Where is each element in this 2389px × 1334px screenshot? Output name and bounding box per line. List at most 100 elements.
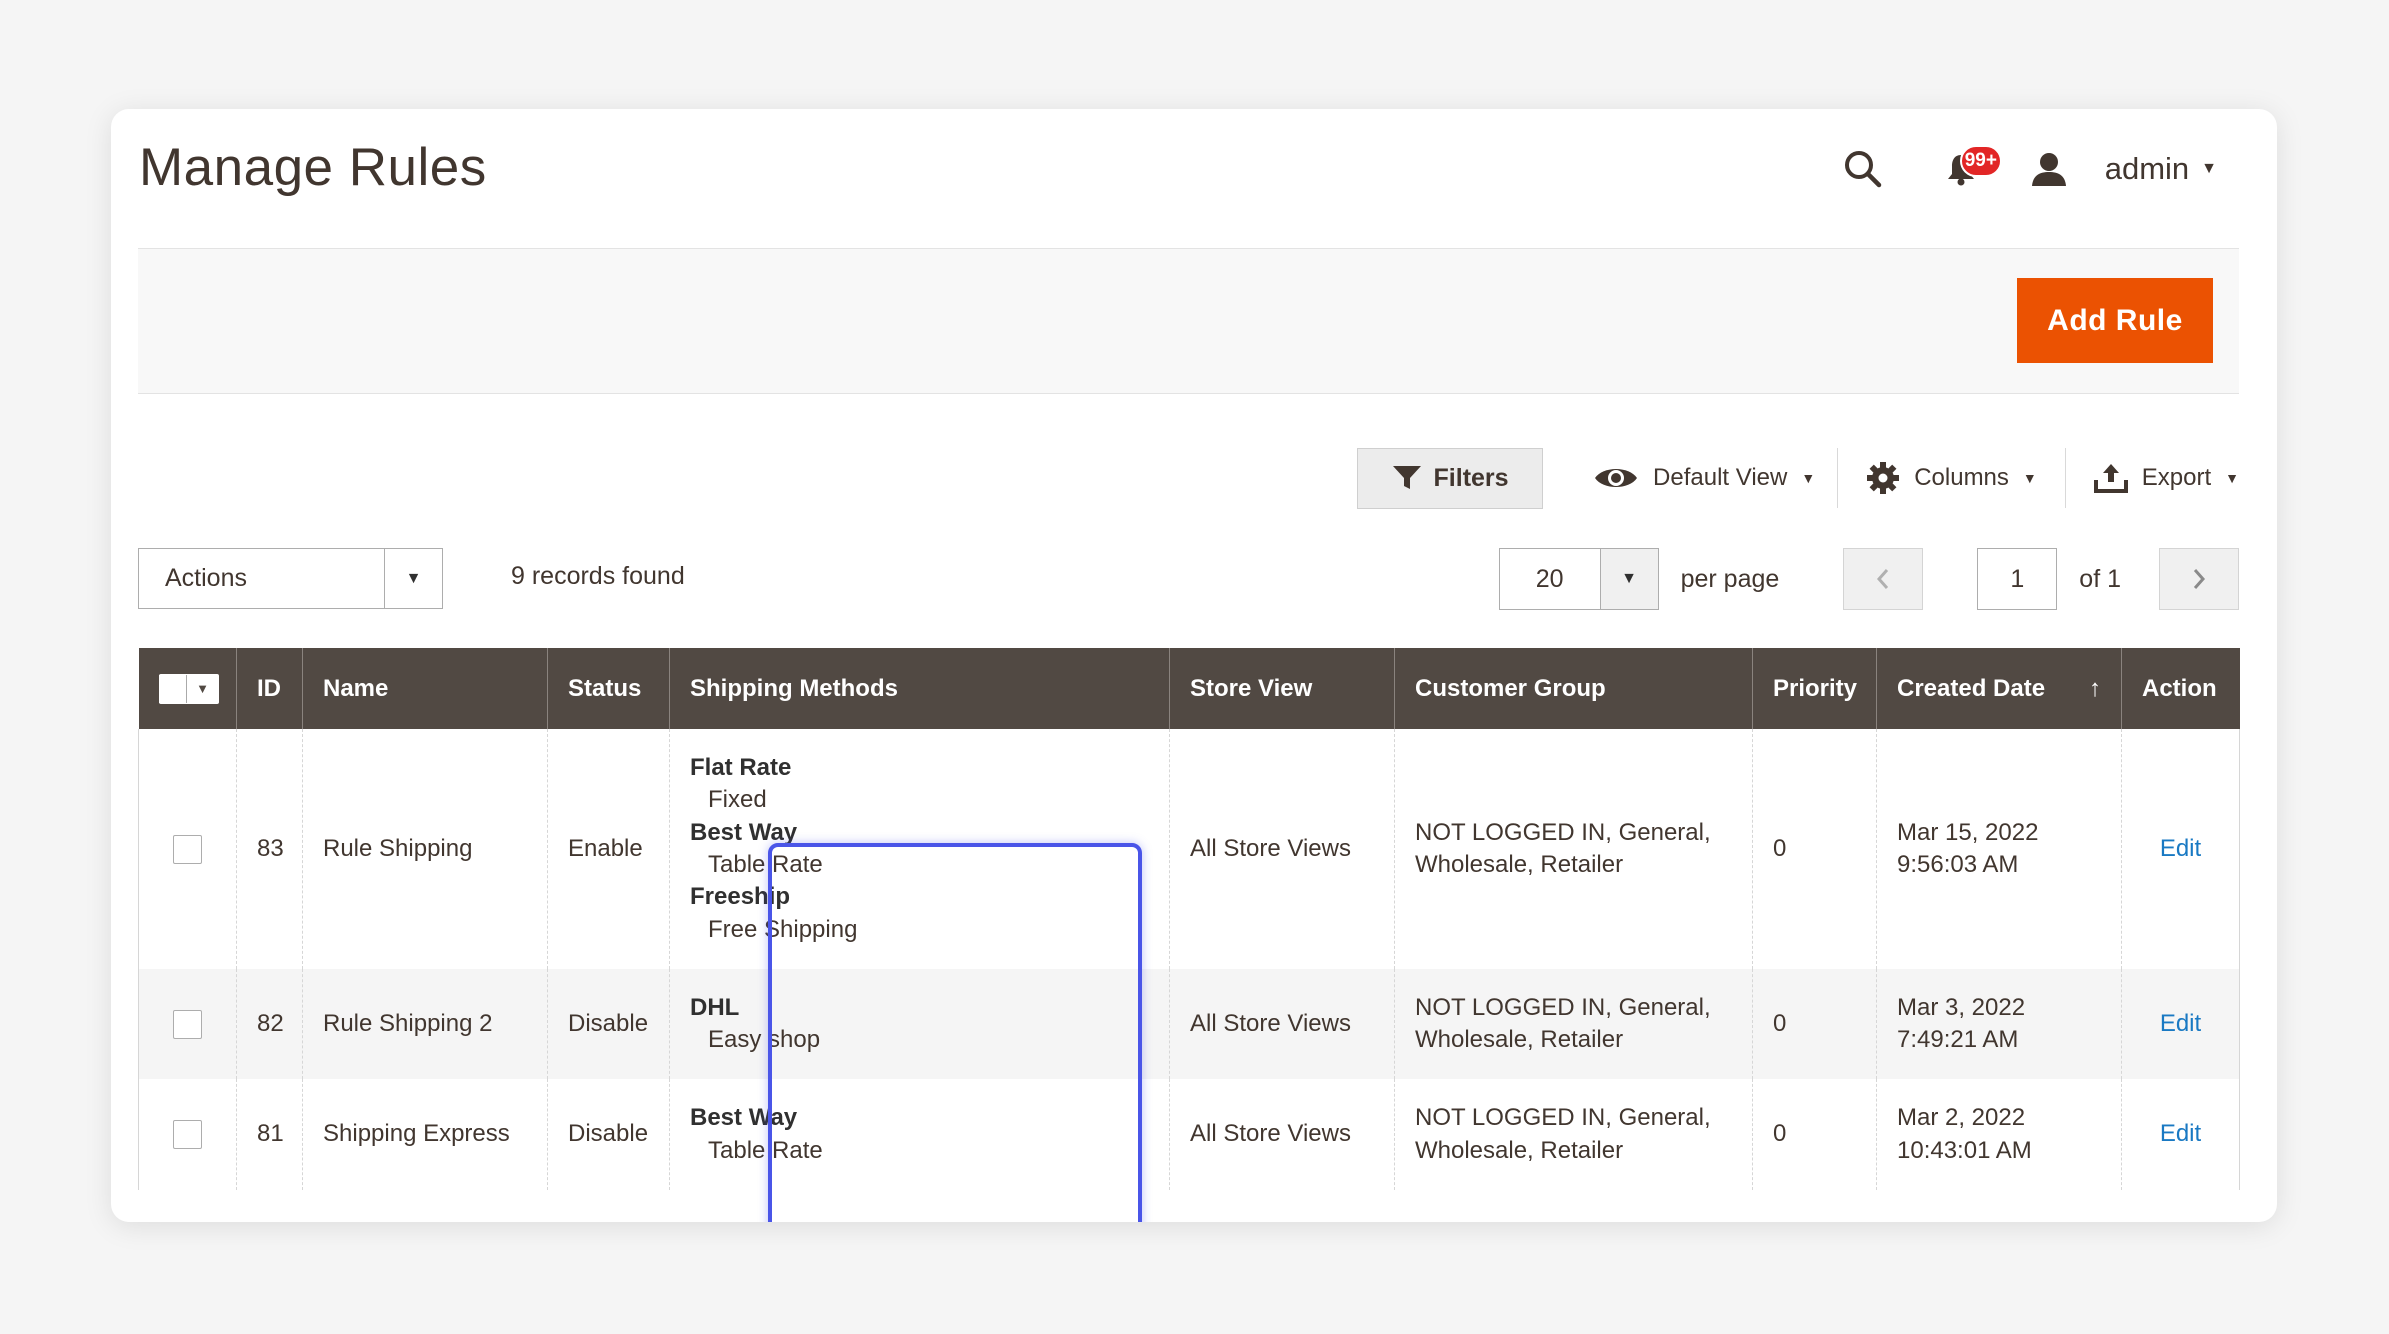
customer-group-line: NOT LOGGED IN, General, [1415, 1104, 1711, 1132]
chevron-down-icon[interactable]: ▼ [1599, 549, 1658, 609]
total-pages: of 1 [2079, 564, 2121, 593]
per-page-value: 20 [1535, 564, 1564, 593]
export-label: Export [2141, 464, 2212, 491]
store-view-cell: All Store Views [1169, 729, 1395, 969]
id-cell: 82 [236, 969, 303, 1079]
edit-link[interactable]: Edit [2142, 1008, 2219, 1040]
row-checkbox[interactable] [173, 834, 202, 864]
shipping-methods-cell: Best Way Table Rate [669, 1079, 1170, 1190]
method-subtitle: Table Rate [708, 1136, 823, 1164]
add-rule-button[interactable]: Add Rule [2017, 278, 2213, 363]
customer-group-line: Wholesale, Retailer [1415, 1026, 1624, 1053]
name-cell: Rule Shipping 2 [302, 969, 548, 1079]
columns-dropdown[interactable]: Columns ▼ [1866, 448, 2037, 509]
row-checkbox[interactable] [173, 1120, 202, 1149]
store-view-cell: All Store Views [1169, 969, 1395, 1079]
id-cell: 81 [236, 1079, 303, 1190]
page-actions-bar: Add Rule [138, 248, 2239, 394]
eye-icon [1595, 469, 1638, 487]
created-date-cell: Mar 2, 2022 10:43:01 AM [1876, 1079, 2122, 1190]
export-icon [2093, 464, 2128, 493]
shipping-methods-cell: Flat Rate Fixed Best Way Table Rate Free… [669, 729, 1170, 969]
current-page-input[interactable] [1977, 548, 2058, 610]
action-cell: Edit [2121, 729, 2240, 969]
mass-select-checkbox[interactable]: ▼ [158, 673, 219, 704]
row-checkbox[interactable] [173, 1009, 202, 1039]
created-date: Mar 15, 2022 [1897, 818, 2039, 846]
column-header-customer-group[interactable]: Customer Group [1394, 648, 1753, 729]
method-title: Freeship [690, 883, 791, 911]
row-select-cell [138, 729, 237, 969]
toolbar-divider [2064, 448, 2066, 508]
user-icon[interactable] [2021, 141, 2077, 197]
name-cell: Rule Shipping [302, 729, 548, 969]
export-dropdown[interactable]: Export ▼ [2093, 448, 2239, 509]
column-header-action: Action [2121, 648, 2240, 729]
customer-group-line: NOT LOGGED IN, General, [1415, 993, 1711, 1021]
edit-link[interactable]: Edit [2142, 1118, 2219, 1150]
admin-label: admin [2104, 151, 2190, 186]
per-page-select[interactable]: 20 ▼ [1498, 548, 1659, 610]
status-cell: Disable [547, 1079, 670, 1190]
notifications-button[interactable]: 99+ [1933, 141, 2002, 197]
created-date-label: Created Date [1897, 674, 2046, 702]
customer-group-line: Wholesale, Retailer [1415, 1136, 1624, 1164]
column-header-store-view[interactable]: Store View [1169, 648, 1395, 729]
shipping-methods-cell: DHL Easy shop [669, 969, 1170, 1079]
chevron-down-icon: ▼ [196, 681, 209, 696]
column-header-created-date[interactable]: Created Date ↑ [1876, 648, 2122, 729]
sort-arrow-icon: ↑ [2089, 674, 2101, 702]
admin-panel: Manage Rules 99+ admin ▼ Add Rule Filter… [111, 109, 2277, 1222]
method-title: DHL [690, 993, 740, 1021]
customer-group-cell: NOT LOGGED IN, General, Wholesale, Retai… [1394, 969, 1753, 1079]
grid-toolbar: Filters Default View ▼ Columns ▼ Export … [1357, 447, 2239, 509]
name-cell: Shipping Express [302, 1079, 548, 1190]
previous-page-button[interactable] [1843, 548, 1924, 610]
column-header-shipping-methods[interactable]: Shipping Methods [669, 648, 1170, 729]
records-found: 9 records found [511, 562, 685, 590]
created-date: Mar 2, 2022 [1897, 1104, 2026, 1132]
column-header-id[interactable]: ID [236, 648, 303, 729]
action-cell: Edit [2121, 969, 2240, 1079]
priority-cell: 0 [1752, 729, 1877, 969]
chevron-left-icon [1877, 569, 1889, 589]
search-icon[interactable] [1835, 141, 1891, 197]
column-header-priority[interactable]: Priority [1752, 648, 1877, 729]
method-subtitle: Free Shipping [708, 915, 858, 943]
method-title: Best Way [690, 1104, 798, 1132]
chevron-down-icon: ▼ [2022, 470, 2037, 486]
mass-actions-select[interactable]: Actions ▼ [138, 548, 443, 609]
row-select-cell [138, 969, 237, 1079]
customer-group-cell: NOT LOGGED IN, General, Wholesale, Retai… [1394, 1079, 1753, 1190]
customer-group-line: NOT LOGGED IN, General, [1415, 818, 1711, 846]
method-subtitle: Table Rate [708, 851, 823, 878]
actions-label: Actions [165, 564, 247, 592]
table-row: 83 Rule Shipping Enable Flat Rate Fixed … [138, 729, 2240, 969]
created-date-cell: Mar 15, 2022 9:56:03 AM [1876, 729, 2122, 969]
columns-label: Columns [1914, 464, 2009, 491]
method-subtitle: Fixed [708, 786, 767, 814]
method-subtitle: Easy shop [708, 1026, 821, 1053]
column-header-name[interactable]: Name [302, 648, 548, 729]
admin-user-menu[interactable]: admin ▼ [2105, 151, 2217, 187]
created-time: 9:56:03 AM [1897, 851, 2019, 878]
chevron-down-icon: ▼ [384, 549, 442, 608]
grid-header-row: ▼ ID Name Status Shipping Methods Store … [138, 648, 2240, 729]
chevron-right-icon [2193, 569, 2206, 589]
chevron-down-icon: ▼ [2201, 160, 2217, 177]
view-label: Default View [1653, 464, 1788, 491]
rules-grid: ▼ ID Name Status Shipping Methods Store … [138, 648, 2240, 1190]
edit-link[interactable]: Edit [2142, 833, 2219, 865]
priority-cell: 0 [1752, 1079, 1877, 1190]
filter-icon [1392, 466, 1421, 489]
toolbar-divider [1837, 448, 1839, 508]
id-cell: 83 [236, 729, 303, 969]
page-title: Manage Rules [139, 138, 487, 197]
pager: 20 ▼ per page of 1 [1498, 548, 2239, 610]
mass-select-header[interactable]: ▼ [138, 648, 237, 729]
filters-button[interactable]: Filters [1357, 447, 1544, 509]
column-header-status[interactable]: Status [547, 648, 670, 729]
action-cell: Edit [2121, 1079, 2240, 1190]
next-page-button[interactable] [2159, 548, 2239, 610]
view-dropdown[interactable]: Default View ▼ [1593, 448, 1815, 509]
